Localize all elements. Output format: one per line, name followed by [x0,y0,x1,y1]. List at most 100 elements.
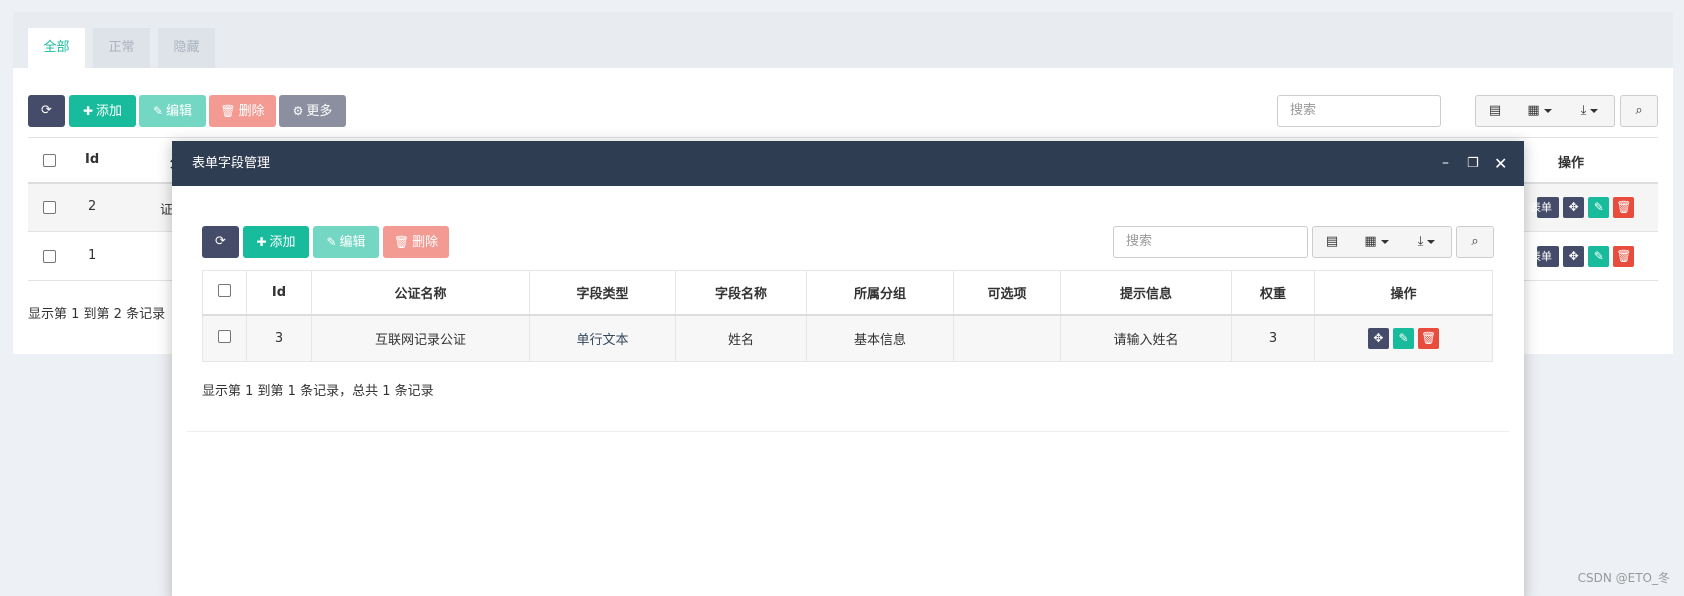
edit-row-button[interactable]: ✎ [1393,327,1414,349]
chevron-down-icon [1590,108,1599,113]
refresh-icon: ⟳ [41,103,52,118]
more-label: 更多 [306,104,333,119]
delete-button[interactable]: 🗑 删除 [209,95,276,127]
dialog-footer-divider [187,431,1509,432]
search-icon: ⌕ [1635,103,1643,118]
edit-label: 编辑 [166,104,193,119]
export-button[interactable]: ⤓ [1565,95,1615,127]
cell-notary-name: 互联网记录公证 [311,314,530,362]
search-input[interactable]: 搜索 [1277,95,1441,127]
form-button[interactable]: 表单 [1530,197,1559,218]
column-options: 可选项 [953,270,1061,316]
column-field-type: 字段类型 [529,270,676,316]
columns-button[interactable]: ▦ [1514,95,1566,127]
row-checkbox[interactable] [43,201,56,214]
toggle-view-button[interactable]: ▤ [1475,95,1515,127]
close-icon[interactable]: ✕ [1494,141,1507,186]
table-header-row: Id 公证名称 字段类型 字段名称 所属分组 可选项 提示信息 权重 操作 [202,270,1493,316]
delete-row-button[interactable]: 🗑 [1613,246,1635,267]
trash-icon: 🗑 [1421,330,1437,345]
tab-normal[interactable]: 正常 [93,28,150,68]
delete-label: 删除 [238,104,265,119]
column-operations: 操作 [1558,156,1585,171]
modal-export-button[interactable]: ⤓ [1402,226,1452,258]
export-icon: ⤓ [1417,234,1424,249]
search-icon: ⌕ [1471,234,1479,249]
drag-button[interactable]: ✥ [1563,246,1585,267]
cell-id: 3 [246,314,312,362]
add-button[interactable]: ✚ 添加 [69,95,136,127]
move-icon: ✥ [1568,249,1579,263]
delete-row-button[interactable]: 🗑 [1418,327,1440,349]
modal-table-summary: 显示第 1 到第 1 条记录，总共 1 条记录 [202,384,434,399]
edit-label: 编辑 [339,235,366,250]
table-row: 3 互联网记录公证 单行文本 姓名 基本信息 请输入姓名 3 ✥ ✎ 🗑 [202,314,1493,362]
modal-refresh-button[interactable]: ⟳ [202,226,239,258]
modal-search-input[interactable]: 搜索 [1113,226,1308,258]
trash-icon: 🗑 [1616,249,1632,263]
drag-button[interactable]: ✥ [1367,327,1389,349]
select-all-checkbox[interactable] [43,154,56,167]
gear-icon: ⚙ [292,104,304,118]
list-icon: ▤ [1325,234,1339,249]
column-hint: 提示信息 [1060,270,1232,316]
column-operations: 操作 [1314,270,1493,316]
cell-options [953,314,1061,362]
form-button[interactable]: 表单 [1530,246,1559,267]
row-checkbox[interactable] [218,329,231,343]
column-select [202,270,247,316]
watermark: CSDN @ETO_冬 [1577,571,1670,585]
cell-group: 基本信息 [806,314,954,362]
export-icon: ⤓ [1580,103,1587,118]
columns-icon: ▦ [1364,234,1377,249]
cell-field-type[interactable]: 单行文本 [529,314,676,362]
tab-all[interactable]: 全部 [28,28,85,68]
modal-edit-button[interactable]: ✎ 编辑 [313,226,379,258]
row-checkbox[interactable] [43,250,56,263]
pencil-icon: ✎ [326,235,337,249]
modal-delete-button[interactable]: 🗑 删除 [383,226,449,258]
cell-weight: 3 [1231,314,1315,362]
edit-row-button[interactable]: ✎ [1588,246,1610,267]
maximize-icon[interactable]: ❐ [1467,141,1479,186]
row-actions: 表单 ✥ ✎ 🗑 [1530,197,1635,218]
pencil-icon: ✎ [1593,249,1604,263]
edit-button[interactable]: ✎ 编辑 [139,95,206,127]
add-label: 添加 [96,104,123,119]
cell-field-name: 姓名 [675,314,807,362]
tab-hidden[interactable]: 隐藏 [158,28,215,68]
modal-columns-button[interactable]: ▦ [1351,226,1403,258]
drag-button[interactable]: ✥ [1563,197,1585,218]
pencil-icon: ✎ [152,104,164,118]
delete-row-button[interactable]: 🗑 [1613,197,1635,218]
modal-add-button[interactable]: ✚ 添加 [243,226,309,258]
more-button[interactable]: ⚙ 更多 [279,95,346,127]
minimize-icon[interactable]: – [1442,141,1449,186]
trash-icon: 🗑 [220,104,236,118]
column-field-name: 字段名称 [675,270,807,316]
refresh-icon: ⟳ [215,234,226,249]
trash-icon: 🗑 [1616,200,1632,214]
column-weight: 权重 [1231,270,1315,316]
cell-actions: ✥ ✎ 🗑 [1314,314,1493,362]
dialog-header: 表单字段管理 – ❐ ✕ [172,141,1524,186]
refresh-button[interactable]: ⟳ [28,95,65,127]
pencil-icon: ✎ [1593,200,1604,214]
chevron-down-icon [1380,239,1389,244]
edit-row-button[interactable]: ✎ [1588,197,1610,218]
cell-hint: 请输入姓名 [1060,314,1232,362]
column-id: Id [85,152,100,167]
plus-icon: ✚ [256,235,267,249]
field-table: Id 公证名称 字段类型 字段名称 所属分组 可选项 提示信息 权重 操作 3 … [202,270,1493,362]
modal-toggle-view-button[interactable]: ▤ [1312,226,1352,258]
move-icon: ✥ [1373,330,1384,345]
delete-label: 删除 [412,235,439,250]
modal-search-toggle-button[interactable]: ⌕ [1456,226,1494,258]
move-icon: ✥ [1568,200,1579,214]
cell-id: 2 [88,199,97,214]
select-all-checkbox[interactable] [218,283,231,297]
search-toggle-button[interactable]: ⌕ [1620,95,1658,127]
row-actions: 表单 ✥ ✎ 🗑 [1530,246,1635,267]
dialog-title: 表单字段管理 [192,156,271,171]
pencil-icon: ✎ [1398,330,1409,345]
